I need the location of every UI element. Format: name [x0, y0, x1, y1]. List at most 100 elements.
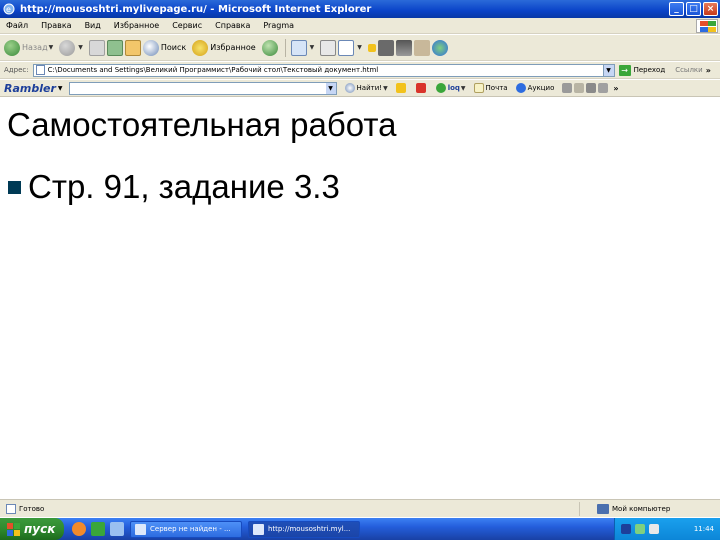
language-tray-icon[interactable]: [621, 524, 631, 534]
search-icon: [142, 39, 159, 56]
edit-button[interactable]: ▼: [338, 39, 362, 56]
print-icon[interactable]: [320, 39, 337, 56]
tray-clock: 11:44: [693, 525, 714, 533]
window-titlebar: e http://mousoshtri.mylivepage.ru/ - Mic…: [0, 0, 720, 18]
menu-favorites[interactable]: Избранное: [114, 21, 159, 30]
back-arrow-icon: [4, 39, 20, 56]
menu-view[interactable]: Вид: [85, 21, 101, 30]
stop-sign-icon: [415, 83, 426, 93]
taskbar-task-1[interactable]: Сервер не найден - ...: [130, 520, 242, 538]
stop-icon[interactable]: [88, 39, 105, 56]
taskbar: пуск Сервер не найден - ... http://mouso…: [0, 518, 720, 540]
menu-tools[interactable]: Сервис: [172, 21, 202, 30]
rambler-find-label: Найти!: [356, 84, 383, 92]
menu-help[interactable]: Справка: [215, 21, 250, 30]
rambler-extra-buttons[interactable]: [562, 83, 610, 93]
refresh-icon[interactable]: [106, 39, 123, 56]
address-input[interactable]: C:\Documents and Settings\Великий Програ…: [32, 63, 615, 77]
desktop-quicklaunch-icon[interactable]: [110, 522, 124, 536]
minimize-button[interactable]: _: [669, 2, 684, 16]
toolbar-separator: [284, 38, 286, 57]
rambler-search-dropdown-icon[interactable]: ▼: [325, 82, 336, 94]
network-tray-icon[interactable]: [635, 524, 645, 534]
status-text: Готово: [19, 504, 45, 513]
go-button[interactable]: → Переход: [618, 64, 665, 76]
star-icon: [192, 39, 209, 56]
rambler-auction-button[interactable]: Аукцио: [515, 83, 554, 93]
page-content: Самостоятельная работа Стр. 91, задание …: [0, 97, 720, 498]
security-zone: Мой компьютер: [597, 503, 671, 514]
status-bar: Готово Мой компьютер: [0, 499, 720, 517]
rambler-pen-button[interactable]: [395, 83, 408, 93]
messenger-quicklaunch-icon[interactable]: [91, 522, 105, 536]
rambler-loq-label: loq: [447, 84, 460, 92]
highlight-icon: [562, 83, 573, 93]
bullet-item: Стр. 91, задание 3.3: [8, 168, 340, 206]
contacts-icon[interactable]: [431, 39, 448, 56]
mail-button[interactable]: ▼: [290, 39, 315, 56]
forward-dropdown-icon[interactable]: ▼: [78, 44, 83, 51]
internet-explorer-icon: e: [3, 3, 15, 15]
rambler-find-button[interactable]: Найти! ▼: [344, 83, 388, 93]
address-dropdown-icon[interactable]: ▼: [602, 64, 614, 76]
quick-launch: [72, 522, 124, 536]
menu-edit[interactable]: Правка: [41, 21, 71, 30]
back-dropdown-icon[interactable]: ▼: [49, 44, 54, 51]
svg-text:e: e: [6, 5, 11, 14]
history-icon[interactable]: [261, 39, 278, 56]
browser-quicklaunch-icon[interactable]: [72, 522, 86, 536]
discuss-icon[interactable]: [367, 43, 376, 52]
start-button[interactable]: пуск: [0, 518, 64, 540]
window-title: http://mousoshtri.mylivepage.ru/ - Micro…: [20, 3, 372, 15]
menu-pragma[interactable]: Pragma: [263, 21, 294, 30]
windows-logo-icon: [7, 522, 20, 536]
search-button[interactable]: Поиск: [142, 39, 186, 56]
windows-flag-icon: [696, 18, 718, 33]
close-button[interactable]: ×: [703, 2, 718, 16]
zone-label: Мой компьютер: [612, 504, 671, 513]
back-button[interactable]: Назад ▼: [4, 39, 54, 56]
rambler-more-chevron[interactable]: »: [613, 84, 618, 93]
edit-icon: [338, 39, 355, 56]
tools-icon[interactable]: [413, 39, 430, 56]
forward-button[interactable]: ▼: [59, 39, 83, 56]
volume-tray-icon[interactable]: [649, 524, 659, 534]
status-pane-divider: [579, 501, 593, 516]
magnifier-icon: [344, 83, 355, 93]
mail-icon: [290, 39, 307, 56]
rambler-loq-button[interactable]: loq ▼: [435, 83, 466, 93]
favorites-button[interactable]: Избранное: [192, 39, 256, 56]
research-icon[interactable]: [377, 39, 394, 56]
favorites-label: Избранное: [210, 43, 256, 52]
standard-toolbar: Назад ▼ ▼ Поиск Избранное ▼ ▼: [0, 35, 720, 61]
rambler-menu-dropdown-icon[interactable]: ▼: [58, 85, 63, 92]
back-label: Назад: [22, 43, 48, 52]
home-icon[interactable]: [124, 39, 141, 56]
ie-task-icon: [135, 523, 146, 535]
rambler-mail-button[interactable]: Почта: [473, 83, 508, 93]
rambler-toolbar: Rambler ▼ ▼ Найти! ▼ loq ▼ Почта Аукцио …: [0, 80, 720, 97]
taskbar-task-2[interactable]: http://mousoshtri.myl...: [248, 520, 360, 538]
messenger-icon[interactable]: [395, 39, 412, 56]
menu-bar: Файл Правка Вид Избранное Сервис Справка…: [0, 18, 720, 34]
rambler-loq-dropdown-icon[interactable]: ▼: [461, 85, 466, 92]
page-status-icon: [6, 503, 16, 514]
links-more-chevron[interactable]: »: [706, 66, 711, 75]
start-label: пуск: [24, 522, 56, 536]
rambler-logo[interactable]: Rambler: [4, 82, 56, 95]
auction-icon: [515, 83, 526, 93]
forward-arrow-icon: [59, 39, 76, 56]
edit-dropdown-icon[interactable]: ▼: [357, 44, 362, 51]
rambler-find-dropdown-icon[interactable]: ▼: [383, 85, 388, 92]
toolbar-info-icon: [598, 83, 609, 93]
toolbar-settings-icon: [586, 83, 597, 93]
ie-task-icon: [253, 523, 264, 535]
maximize-button[interactable]: □: [686, 2, 701, 16]
menu-file[interactable]: Файл: [6, 21, 28, 30]
rambler-mail-label: Почта: [485, 84, 508, 92]
mail-dropdown-icon[interactable]: ▼: [310, 44, 315, 51]
rambler-stop-button[interactable]: [415, 83, 428, 93]
rambler-search-input[interactable]: ▼: [68, 81, 337, 95]
pen-icon: [395, 83, 406, 93]
links-label[interactable]: Ссылки: [675, 66, 703, 74]
